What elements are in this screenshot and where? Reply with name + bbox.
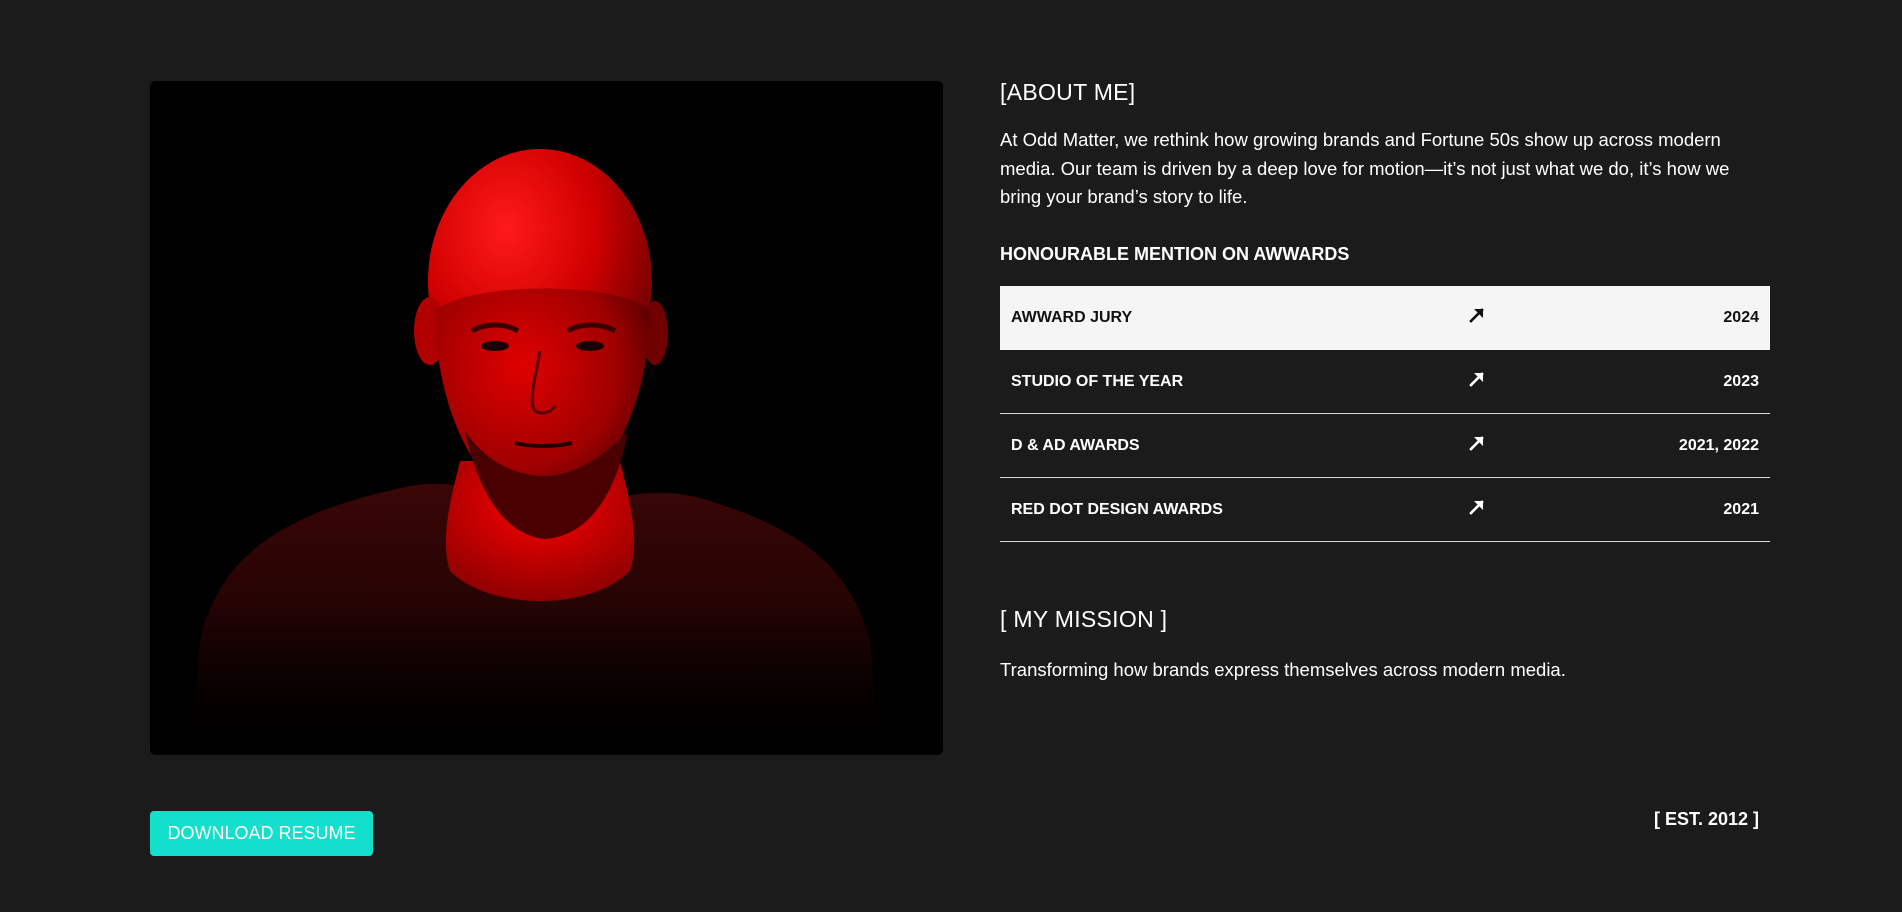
award-year: 2021, 2022 bbox=[1678, 436, 1759, 454]
arrow-up-right-icon bbox=[1469, 372, 1484, 387]
award-name: D & AD AWARDS bbox=[1011, 436, 1140, 454]
award-year: 2021 bbox=[1723, 500, 1759, 518]
award-name: RED DOT DESIGN AWARDS bbox=[1011, 500, 1223, 518]
download-resume-button[interactable]: DOWNLOAD RESUME bbox=[150, 811, 373, 856]
award-row-awward-jury[interactable]: AWWARD JURY 2024 bbox=[1000, 286, 1770, 350]
established-label: [ EST. 2012 ] bbox=[1653, 809, 1759, 829]
award-name: STUDIO OF THE YEAR bbox=[1011, 372, 1184, 390]
award-row-studio-of-the-year[interactable]: STUDIO OF THE YEAR 2023 bbox=[1000, 350, 1770, 414]
award-year: 2023 bbox=[1723, 372, 1759, 390]
awards-list: AWWARD JURY 2024 STUDIO OF THE YEAR 2023… bbox=[1000, 286, 1770, 542]
arrow-up-right-icon bbox=[1469, 436, 1484, 451]
mission-title: [ MY MISSION ] bbox=[1000, 606, 1168, 632]
mission-section: [ MY MISSION ] Transforming how brands e… bbox=[1000, 603, 1770, 683]
award-name: AWWARD JURY bbox=[1011, 308, 1133, 326]
mission-text: Transforming how brands express themselv… bbox=[1000, 659, 1566, 680]
awards-heading: HONOURABLE MENTION ON AWWARDS bbox=[1000, 243, 1350, 264]
portrait-photo bbox=[150, 81, 943, 755]
arrow-up-right-icon bbox=[1469, 308, 1484, 323]
about-title: [ABOUT ME] bbox=[1000, 79, 1136, 105]
about-section: [ABOUT ME] At Odd Matter, we rethink how… bbox=[1000, 76, 1770, 266]
award-row-red-dot-design-awards[interactable]: RED DOT DESIGN AWARDS 2021 bbox=[1000, 478, 1770, 542]
portrait-image bbox=[150, 81, 943, 755]
award-year: 2024 bbox=[1723, 308, 1759, 326]
award-row-d-and-ad-awards[interactable]: D & AD AWARDS 2021, 2022 bbox=[1000, 414, 1770, 478]
about-text: At Odd Matter, we rethink how growing br… bbox=[1000, 129, 1730, 207]
arrow-up-right-icon bbox=[1469, 500, 1484, 515]
